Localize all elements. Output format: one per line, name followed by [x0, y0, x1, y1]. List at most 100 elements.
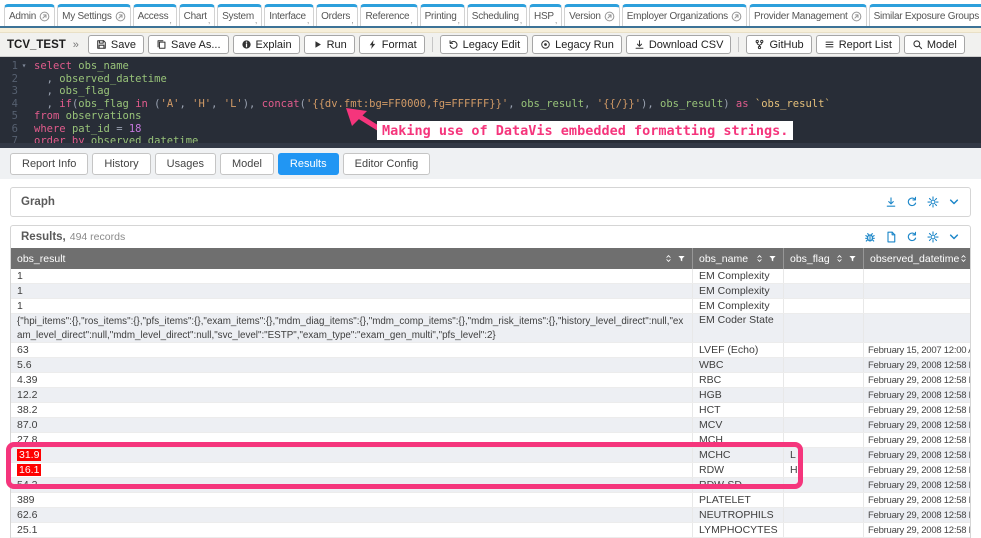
- table-row: 27.8MCHFebruary 29, 2008 12:58 PM: [11, 433, 970, 448]
- table-row: 12.2HGBFebruary 29, 2008 12:58 PM: [11, 388, 970, 403]
- nav-tab-label: Chart: [184, 11, 207, 22]
- tab-history[interactable]: History: [92, 153, 150, 175]
- cell-obs_flag: [783, 493, 863, 507]
- format-button[interactable]: Format: [359, 35, 425, 54]
- line-number-gutter: 3: [0, 85, 34, 98]
- nav-tab-interface[interactable]: Interface,: [264, 4, 314, 26]
- nav-tab-system[interactable]: System,: [217, 4, 262, 26]
- table-row: 16.1RDWHFebruary 29, 2008 12:58 PM: [11, 463, 970, 478]
- nav-tab-label: Version: [569, 11, 601, 22]
- cell-observed_datetime: February 15, 2007 12:00 AM: [863, 343, 970, 357]
- dropdown-indicator-icon: ,: [410, 15, 412, 25]
- cell-observed_datetime: February 29, 2008 12:58 PM: [863, 478, 970, 492]
- cell-observed_datetime: February 29, 2008 12:58 PM: [863, 403, 970, 417]
- download-icon[interactable]: [885, 196, 897, 208]
- column-header-obs-result[interactable]: obs_result: [11, 248, 692, 269]
- nav-tab-scheduling[interactable]: Scheduling,: [467, 4, 527, 26]
- nav-tab-employer-organizations[interactable]: Employer Organizations: [622, 4, 747, 26]
- copy-icon: [156, 39, 167, 50]
- run-button[interactable]: Run: [304, 35, 355, 54]
- save-as-button[interactable]: Save As...: [148, 35, 229, 54]
- column-header-observed-datetime[interactable]: observed_datetime: [863, 248, 970, 269]
- nav-tab-printing[interactable]: Printing,: [420, 4, 465, 26]
- results-panel-title: Results,: [21, 231, 66, 243]
- results-panel-header[interactable]: Results, 494 records: [11, 226, 970, 248]
- funnel-icon[interactable]: [848, 254, 857, 263]
- graph-panel-header[interactable]: Graph: [11, 188, 970, 216]
- nav-tab-chart[interactable]: Chart,: [179, 4, 215, 26]
- nav-tab-hsp[interactable]: HSP,: [529, 4, 562, 26]
- nav-tab-label: Interface: [269, 11, 306, 22]
- chevron-down-icon[interactable]: [948, 231, 960, 243]
- cell-obs_flag: [783, 508, 863, 522]
- nav-tab-admin[interactable]: Admin: [4, 4, 55, 26]
- cell-obs_result: 5.6: [11, 358, 692, 372]
- save-button[interactable]: Save: [88, 35, 144, 54]
- nav-tab-access[interactable]: Access,: [133, 4, 177, 26]
- fold-spacer: [18, 123, 30, 136]
- tab-usages[interactable]: Usages: [155, 153, 216, 175]
- report-list-button[interactable]: Report List: [816, 35, 900, 54]
- legacy-edit-button[interactable]: Legacy Edit: [440, 35, 528, 54]
- legacy-run-button[interactable]: Legacy Run: [532, 35, 622, 54]
- code-line: 6where pat_id = 18: [0, 123, 981, 136]
- sort-icon[interactable]: [835, 254, 844, 263]
- column-header-obs-name[interactable]: obs_name: [692, 248, 783, 269]
- editor-horizontal-scrollbar[interactable]: [0, 143, 981, 148]
- refresh-icon[interactable]: [906, 196, 918, 208]
- tab-editor-config[interactable]: Editor Config: [343, 153, 431, 175]
- bug-icon[interactable]: [864, 231, 876, 243]
- code-text: select obs_name: [34, 60, 129, 73]
- fold-spacer: [18, 85, 30, 98]
- column-header-controls: [664, 254, 686, 263]
- results-record-count: 494 records: [70, 231, 125, 243]
- cell-obs_flag: [783, 314, 863, 342]
- table-row: 389PLATELETFebruary 29, 2008 12:58 PM: [11, 493, 970, 508]
- nav-tab-version[interactable]: Version: [564, 4, 620, 26]
- breadcrumb-caret[interactable]: »: [73, 39, 79, 51]
- sort-icon[interactable]: [664, 254, 673, 263]
- fold-caret-icon[interactable]: ▾: [18, 60, 30, 73]
- model-button[interactable]: Model: [904, 35, 965, 54]
- cell-obs_name: MCH: [692, 433, 783, 447]
- nav-tab-orders[interactable]: Orders,: [316, 4, 358, 26]
- cell-obs_flag: [783, 343, 863, 357]
- sort-icon[interactable]: [959, 254, 968, 263]
- format-icon: [367, 39, 378, 50]
- nav-tab-label: Provider Management: [754, 11, 848, 22]
- tab-report-info[interactable]: Report Info: [10, 153, 88, 175]
- external-link-icon: [115, 11, 126, 22]
- explain-button[interactable]: Explain: [233, 35, 300, 54]
- chevron-down-icon[interactable]: [948, 196, 960, 208]
- column-header-obs-flag[interactable]: obs_flag: [783, 248, 863, 269]
- github-button[interactable]: GitHub: [746, 35, 811, 54]
- external-link-icon: [731, 11, 742, 22]
- nav-tab-label: My Settings: [62, 11, 112, 22]
- table-row: 5.6WBCFebruary 29, 2008 12:58 PM: [11, 358, 970, 373]
- cell-obs_name: NEUTROPHILS: [692, 508, 783, 522]
- line-number-gutter: 1▾: [0, 60, 34, 73]
- funnel-icon[interactable]: [677, 254, 686, 263]
- gear-icon[interactable]: [927, 196, 939, 208]
- button-label: Run: [327, 39, 347, 51]
- sql-editor[interactable]: 1▾select obs_name2 , observed_datetime3 …: [0, 57, 981, 148]
- cell-obs_name: PLATELET: [692, 493, 783, 507]
- sort-icon[interactable]: [755, 254, 764, 263]
- graph-panel-title: Graph: [21, 196, 55, 208]
- refresh-icon[interactable]: [906, 231, 918, 243]
- funnel-icon[interactable]: [768, 254, 777, 263]
- gear-icon[interactable]: [927, 231, 939, 243]
- nav-tab-similar-exposure-groups-segs[interactable]: Similar Exposure Groups (SEGs): [869, 4, 981, 26]
- table-row: 62.6NEUTROPHILSFebruary 29, 2008 12:58 P…: [11, 508, 970, 523]
- nav-tab-label: Reference: [365, 11, 409, 22]
- nav-tab-reference[interactable]: Reference,: [360, 4, 417, 26]
- page-icon[interactable]: [885, 231, 897, 243]
- nav-tab-my-settings[interactable]: My Settings: [57, 4, 131, 26]
- download-csv-button[interactable]: Download CSV: [626, 35, 732, 54]
- nav-tab-provider-management[interactable]: Provider Management: [749, 4, 867, 26]
- tab-model[interactable]: Model: [220, 153, 274, 175]
- code-line: 3 , obs_flag: [0, 85, 981, 98]
- tab-results[interactable]: Results: [278, 153, 339, 175]
- table-row: 1EM Complexity: [11, 299, 970, 314]
- code-line: 2 , observed_datetime: [0, 73, 981, 86]
